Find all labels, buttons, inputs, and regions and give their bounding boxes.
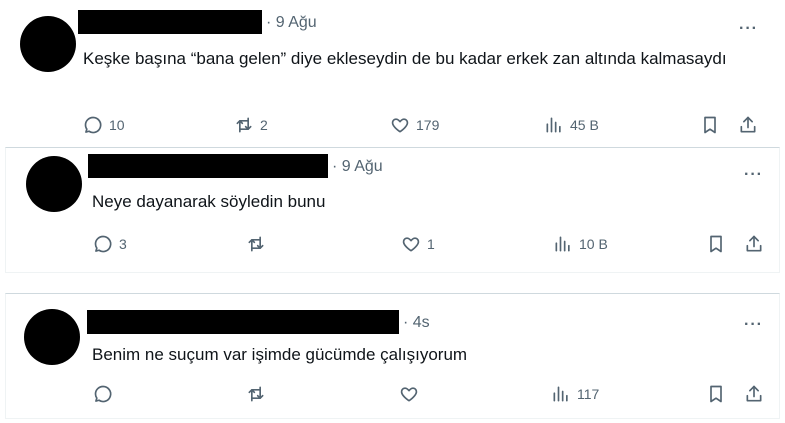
tweet-3[interactable]: · 4s ··· Benim ne suçum var işimde gücüm… [5,293,780,419]
more-options-button[interactable]: ··· [744,167,763,183]
share-icon [746,385,762,402]
like-count: 179 [416,117,440,133]
views-button[interactable]: 45 B [544,115,599,135]
like-icon [391,118,409,133]
more-options-button[interactable]: ··· [744,317,763,333]
like-icon [402,237,420,252]
share-button[interactable] [744,384,764,409]
bookmark-icon [710,235,722,253]
views-icon [553,386,568,402]
reply-button[interactable]: 10 [83,115,125,135]
views-button[interactable]: 117 [551,384,599,404]
like-button[interactable] [399,384,425,404]
views-count: 117 [577,386,600,402]
bookmark-icon [704,116,716,134]
avatar[interactable] [20,16,76,72]
avatar[interactable] [24,309,80,365]
like-button[interactable]: 179 [390,115,439,135]
redacted-author-name[interactable] [88,154,328,178]
like-button[interactable]: 1 [401,234,435,254]
retweet-button[interactable] [246,234,272,254]
reply-icon [94,385,112,403]
redacted-author-name[interactable] [78,10,262,34]
retweet-count: 2 [260,117,268,133]
retweet-button[interactable] [246,384,272,404]
reply-count: 10 [109,117,125,133]
avatar[interactable] [26,156,82,212]
reply-button[interactable] [93,384,119,404]
bookmark-button[interactable] [706,384,726,409]
tweet-text: Keşke başına “bana gelen” diye ekleseydi… [83,49,727,68]
redacted-author-name[interactable] [87,310,399,334]
more-options-button[interactable]: ··· [739,21,758,37]
views-count: 45 B [570,117,599,133]
share-icon [740,116,756,133]
tweet-2[interactable]: · 9 Ağu ··· Neye dayanarak söyledin bunu… [5,147,780,273]
bookmark-icon [710,385,722,403]
retweet-icon [236,117,252,133]
tweet-timestamp[interactable]: · 9 Ağu [266,14,317,32]
views-icon [555,236,570,252]
views-icon [546,117,561,133]
like-icon [400,387,418,402]
tweet-text: Benim ne suçum var işimde gücümde çalışı… [92,345,468,364]
tweet-timestamp[interactable]: · 9 Ağu [332,158,383,176]
like-count: 1 [427,236,435,252]
views-count: 10 B [579,236,608,252]
reply-button[interactable]: 3 [93,234,127,254]
tweet-1[interactable]: · 9 Ağu ··· Keşke başına “bana gelen” di… [0,0,785,143]
reply-icon [94,235,112,253]
share-button[interactable] [744,234,764,259]
retweet-button[interactable]: 2 [234,115,268,135]
tweet-timestamp[interactable]: · 4s [403,314,430,332]
tweet-text: Neye dayanarak söyledin bunu [92,192,326,211]
retweet-icon [248,236,264,252]
retweet-icon [248,386,264,402]
bookmark-button[interactable] [706,234,726,259]
share-icon [746,235,762,252]
reply-count: 3 [119,236,127,252]
bookmark-button[interactable] [700,115,720,140]
views-button[interactable]: 10 B [553,234,608,254]
reply-icon [84,116,102,134]
share-button[interactable] [738,115,758,140]
